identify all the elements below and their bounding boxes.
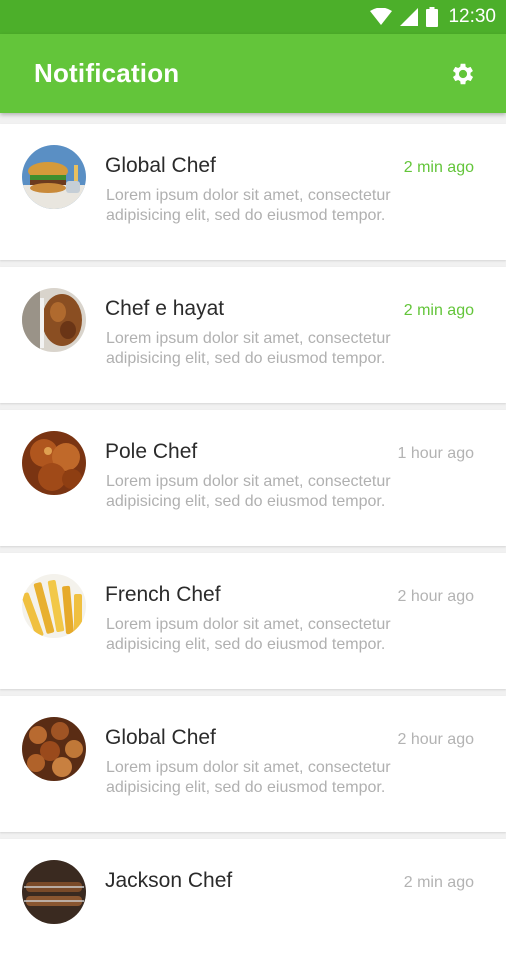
avatar — [22, 145, 86, 209]
notification-message: Lorem ipsum dolor sit amet, consectetur … — [106, 759, 391, 796]
avatar — [22, 431, 86, 495]
notification-item[interactable]: Global Chef 2 min ago Lorem ipsum dolor … — [0, 124, 506, 260]
notification-message: Lorem ipsum dolor sit amet, consectetur … — [106, 616, 391, 653]
gear-icon[interactable] — [448, 59, 478, 89]
notification-name: Global Chef — [105, 154, 216, 177]
notification-item[interactable]: Global Chef 2 hour ago Lorem ipsum dolor… — [0, 696, 506, 832]
notification-item[interactable]: Chef e hayat 2 min ago Lorem ipsum dolor… — [0, 267, 506, 403]
page-title: Notification — [34, 58, 180, 88]
app-bar: Notification — [0, 34, 506, 113]
notification-message: Lorem ipsum dolor sit amet, consectetur … — [106, 187, 391, 224]
notification-name: Global Chef — [105, 726, 216, 749]
notification-item[interactable]: Jackson Chef 2 min ago — [0, 839, 506, 975]
notification-time: 2 min ago — [403, 874, 474, 891]
notification-message: Lorem ipsum dolor sit amet, consectetur … — [106, 330, 391, 367]
notification-name: French Chef — [105, 583, 221, 606]
status-clock: 12:30 — [448, 6, 496, 27]
notification-time: 2 hour ago — [397, 731, 474, 748]
notification-name: Chef e hayat — [105, 297, 225, 320]
signal-icon — [400, 8, 419, 26]
avatar — [22, 574, 86, 638]
battery-icon — [426, 7, 439, 27]
status-bar: 12:30 — [0, 0, 506, 34]
notification-time: 1 hour ago — [397, 445, 474, 462]
notification-item[interactable]: French Chef 2 hour ago Lorem ipsum dolor… — [0, 553, 506, 689]
notification-name: Pole Chef — [105, 440, 198, 463]
notification-time: 2 min ago — [403, 302, 474, 319]
wifi-icon — [370, 8, 393, 26]
notification-message: Lorem ipsum dolor sit amet, consectetur … — [106, 473, 391, 510]
notification-item[interactable]: Pole Chef 1 hour ago Lorem ipsum dolor s… — [0, 410, 506, 546]
notification-time: 2 hour ago — [397, 588, 474, 605]
notification-time: 2 min ago — [403, 159, 474, 176]
avatar — [22, 288, 86, 352]
notification-name: Jackson Chef — [105, 869, 233, 892]
avatar — [22, 717, 86, 781]
avatar — [22, 860, 86, 924]
